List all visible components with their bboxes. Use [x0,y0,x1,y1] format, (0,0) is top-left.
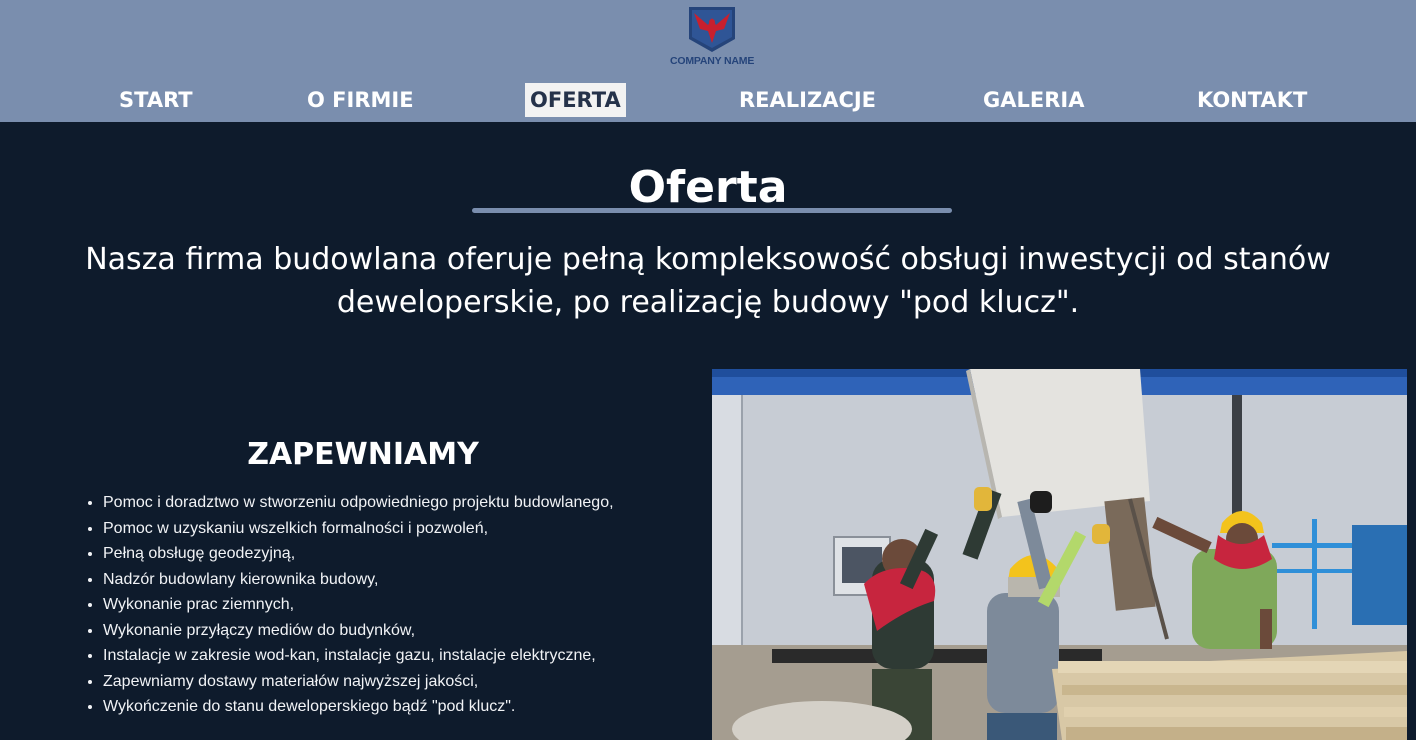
main-content: Oferta Nasza firma budowlana oferuje peł… [0,122,1416,740]
intro-text: Nasza firma budowlana oferuje pełną komp… [85,242,1331,320]
eagle-shield-logo-icon [689,7,735,52]
nav-item-realizacje[interactable]: REALIZACJE [739,83,876,117]
list-item: Nadzór budowlany kierownika budowy, [103,567,703,593]
nav-item-kontakt[interactable]: KONTAKT [1197,83,1307,117]
logo-text: COMPANY NAME [670,55,755,67]
list-item: Pełną obsługę geodezyjną, [103,541,703,567]
site-header: COMPANY NAME START O FIRMIE OFERTA REALI… [0,0,1416,122]
list-item: Pomoc i doradztwo w stworzeniu odpowiedn… [103,490,703,516]
nav-item-start[interactable]: START [119,83,193,117]
list-item: Wykonanie prac ziemnych, [103,592,703,618]
services-heading: ZAPEWNIAMY [247,437,479,472]
nav-item-o-firmie[interactable]: O FIRMIE [307,83,414,117]
list-item: Pomoc w uzyskaniu wszelkich formalności … [103,516,703,542]
page-title: Oferta [628,162,788,213]
nav-item-galeria[interactable]: GALERIA [983,83,1084,117]
construction-workers-photo [712,369,1407,740]
nav-item-oferta[interactable]: OFERTA [525,83,626,117]
services-list: Pomoc i doradztwo w stworzeniu odpowiedn… [82,490,703,720]
list-item: Wykończenie do stanu deweloperskiego bąd… [103,694,703,720]
list-item: Zapewniamy dostawy materiałów najwyższej… [103,669,703,695]
company-logo[interactable]: COMPANY NAME [670,5,754,71]
title-underline [472,208,952,213]
list-item: Wykonanie przyłączy mediów do budynków, [103,618,703,644]
list-item: Instalacje w zakresie wod-kan, instalacj… [103,643,703,669]
